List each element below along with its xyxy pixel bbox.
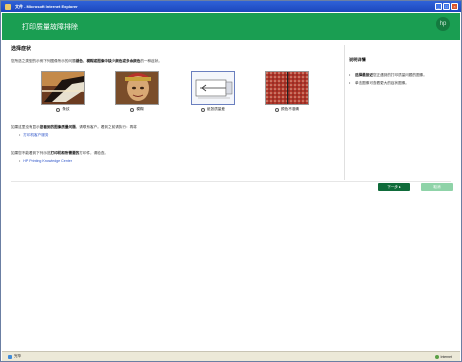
intro-bold: 褪色、模糊或图像中缺少颜色或多余颜色: [75, 59, 141, 63]
note1-suffix: ，请联系客户。看到之前请执行：再将: [75, 125, 137, 129]
sample-gallery: 条纹 模糊 纸张质量差 颜色不准确: [41, 71, 311, 119]
help-note: 如果您不能看到下列示范打印机和所需要的打印件，请检查。: [11, 151, 108, 156]
sample-blur[interactable]: 模糊: [115, 71, 159, 112]
streak-thumbnail[interactable]: [41, 71, 85, 105]
sample-label: 颜色不准确: [281, 107, 299, 111]
knowledge-center-link[interactable]: HP Printing Knowledge Center: [19, 159, 72, 163]
sample-paper[interactable]: 纸张质量差: [191, 71, 235, 112]
paper-thumbnail[interactable]: [191, 71, 235, 105]
window-controls: _ □ ×: [435, 3, 458, 10]
status-text: 完毕: [14, 354, 22, 358]
globe-icon: [434, 354, 439, 359]
help-panel: 说明详情 选择最接近您正遇到的打印质量问题的图像。 单击图像可查看更大的症状图像…: [349, 57, 453, 89]
page-title: 打印质量故障排除: [22, 24, 78, 31]
note2-prefix: 如果您不能看到下列示范: [11, 151, 51, 155]
sample-label: 纸张质量差: [207, 107, 225, 111]
blur-thumbnail[interactable]: [115, 71, 159, 105]
next-button[interactable]: 下一步 ▸: [378, 183, 410, 191]
security-zone: Internet: [434, 354, 453, 359]
help-item-text: 单击图像可查看更大的症状图像。: [355, 81, 409, 85]
customer-service-link[interactable]: 打印机客户服务: [19, 133, 48, 138]
help-list: 选择最接近您正遇到的打印质量问题的图像。 单击图像可查看更大的症状图像。: [349, 73, 453, 86]
column-divider: [344, 45, 345, 180]
ie-icon: [5, 3, 11, 10]
section-title: 选择症状: [11, 46, 32, 52]
missing-symptom-note: 如果这里没有显示您看到的图像质量问题，请联系客户。看到之前请执行：再将: [11, 125, 137, 130]
maximize-button[interactable]: □: [443, 3, 450, 10]
hp-logo-icon: hp: [436, 17, 450, 31]
paper-radio[interactable]: [201, 107, 206, 112]
close-button[interactable]: ×: [451, 3, 458, 10]
page-header: 打印质量故障排除 hp: [2, 13, 460, 40]
sample-label: 模糊: [136, 107, 144, 111]
intro-text: 您所选之类型的示例下列图像所示的问题褪色、模糊或图像中缺少颜色或多余颜色的一种症…: [11, 59, 331, 64]
help-item-bold: 选择最接近: [355, 73, 373, 77]
note1-prefix: 如果这里没有显示: [11, 125, 40, 129]
streak-radio[interactable]: [56, 107, 61, 112]
help-item: 单击图像可查看更大的症状图像。: [349, 81, 453, 86]
help-title: 说明详情: [349, 57, 366, 62]
help-item: 选择最接近您正遇到的打印质量问题的图像。: [349, 73, 453, 78]
intro-suffix: 的一种症状。: [140, 59, 162, 63]
sample-label: 条纹: [62, 107, 70, 111]
footer-divider: [11, 181, 451, 182]
zone-label: Internet: [440, 354, 453, 359]
status-bar: 完毕 Internet: [2, 351, 460, 361]
note2-suffix: 打印件，请检查。: [79, 151, 109, 155]
window-title: 文件 - Microsoft Internet Explorer: [15, 3, 78, 9]
cancel-button[interactable]: 取消: [421, 183, 453, 191]
note2-bold: 打印机和所需要的: [50, 151, 80, 155]
minimize-button[interactable]: _: [435, 3, 442, 10]
note1-bold: 您看到的图像质量问题: [39, 125, 76, 129]
color-thumbnail[interactable]: [265, 71, 309, 105]
intro-prefix: 您所选之类型的示例下列图像所示的问题: [11, 59, 76, 63]
title-bar: 文件 - Microsoft Internet Explorer _ □ ×: [1, 1, 461, 12]
sample-color[interactable]: 颜色不准确: [265, 71, 309, 112]
help-item-text: 您正遇到的打印质量问题的图像。: [372, 73, 427, 77]
browser-window: 文件 - Microsoft Internet Explorer _ □ × 打…: [0, 0, 462, 362]
main-content: 选择症状 您所选之类型的示例下列图像所示的问题褪色、模糊或图像中缺少颜色或多余颜…: [11, 45, 337, 183]
sample-streak[interactable]: 条纹: [41, 71, 85, 112]
color-radio[interactable]: [275, 107, 280, 112]
blur-radio[interactable]: [130, 107, 135, 112]
page-icon: [8, 354, 12, 359]
